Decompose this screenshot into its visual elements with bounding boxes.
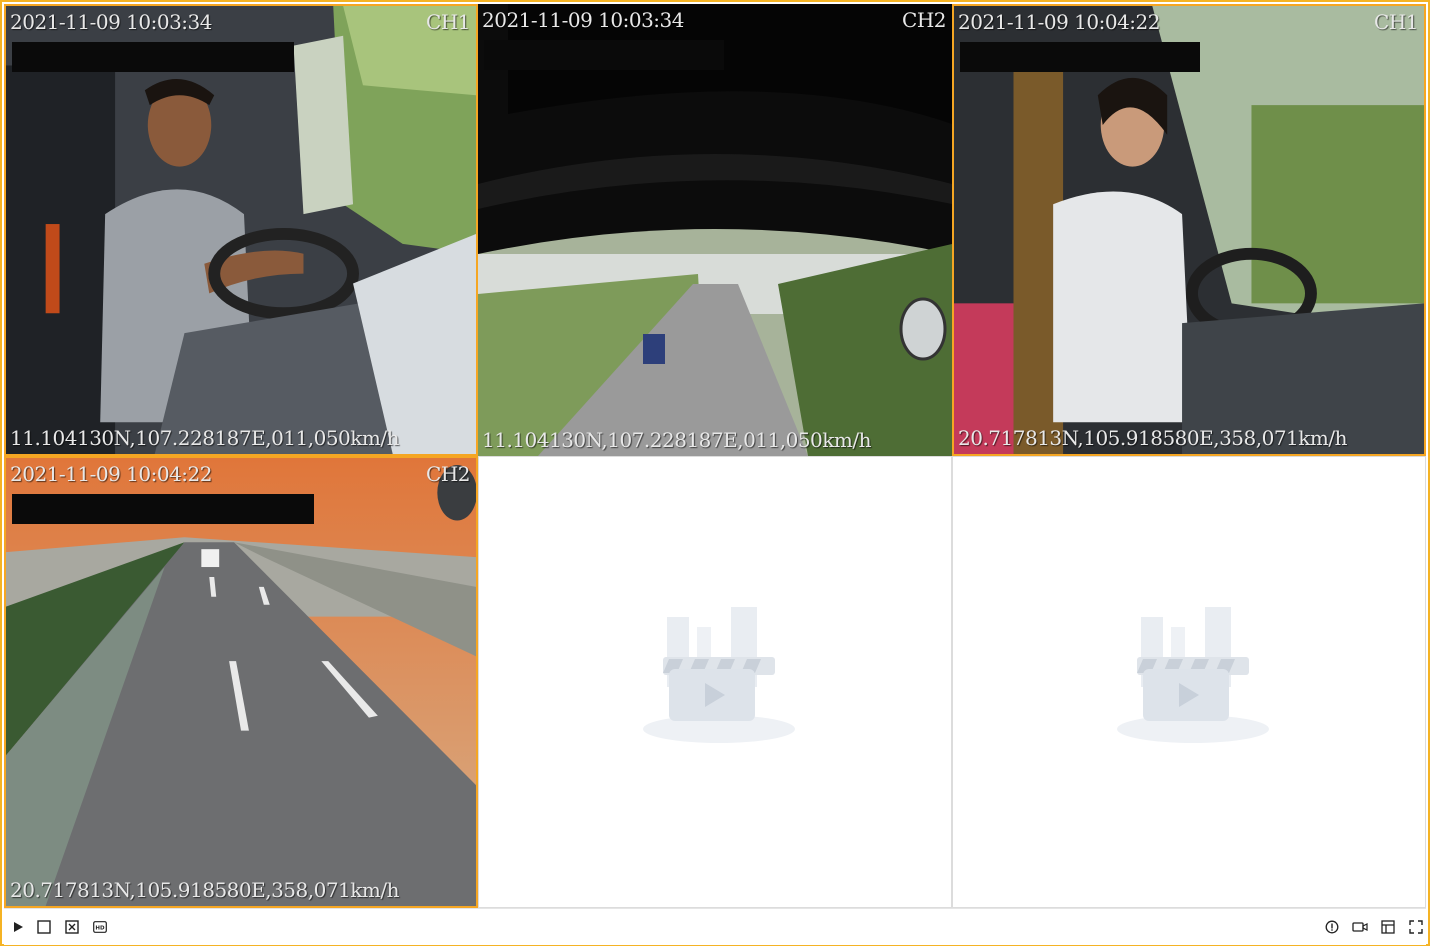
video-cell-1[interactable]: 2021-11-09 10:03:34 CH1 11.104130N,107.2… (4, 4, 478, 456)
front-road-video (478, 4, 952, 456)
timestamp-overlay: 2021-11-09 10:03:34 (482, 8, 685, 32)
channel-label: CH1 (1374, 10, 1418, 34)
gps-overlay: 11.104130N,107.228187E,011,050km/h (10, 426, 399, 450)
timestamp-overlay: 2021-11-09 10:03:34 (10, 10, 213, 34)
video-grid: 2021-11-09 10:03:34 CH1 11.104130N,107.2… (4, 4, 1426, 908)
gps-overlay: 20.717813N,105.918580E,358,071km/h (10, 878, 399, 902)
driver-cab-video (954, 6, 1424, 454)
gps-overlay: 11.104130N,107.228187E,011,050km/h (482, 428, 871, 452)
redacted-bar (484, 40, 724, 70)
redacted-bar (12, 42, 294, 72)
video-cell-3[interactable]: 2021-11-09 10:04:22 CH1 20.717813N,105.9… (952, 4, 1426, 456)
timestamp-overlay: 2021-11-09 10:04:22 (958, 10, 1161, 34)
channel-label: CH1 (426, 10, 470, 34)
timestamp-overlay: 2021-11-09 10:04:22 (10, 462, 213, 486)
layout-icon[interactable] (1378, 917, 1398, 937)
hd-label: HD (95, 926, 105, 932)
hd-icon[interactable]: HD (90, 917, 110, 937)
video-cell-6[interactable] (952, 456, 1426, 908)
play-icon[interactable] (8, 917, 28, 937)
video-placeholder-icon (1117, 607, 1269, 743)
info-icon[interactable] (1322, 917, 1342, 937)
video-cell-2[interactable]: 2021-11-09 10:03:34 CH2 11.104130N,107.2… (478, 4, 952, 456)
player-toolbar: HD (4, 908, 1426, 945)
close-all-icon[interactable] (62, 917, 82, 937)
record-icon[interactable] (1350, 917, 1370, 937)
driver-cab-video (6, 6, 476, 454)
channel-label: CH2 (426, 462, 470, 486)
highway-video (6, 458, 476, 906)
video-wall: 2021-11-09 10:03:34 CH1 11.104130N,107.2… (0, 0, 1430, 946)
stop-icon[interactable] (34, 917, 54, 937)
video-cell-5[interactable] (478, 456, 952, 908)
video-placeholder-icon (643, 607, 795, 743)
video-cell-4[interactable]: 2021-11-09 10:04:22 CH2 20.717813N,105.9… (4, 456, 478, 908)
fullscreen-icon[interactable] (1406, 917, 1426, 937)
redacted-bar (12, 494, 314, 524)
channel-label: CH2 (902, 8, 946, 32)
redacted-bar (960, 42, 1200, 72)
gps-overlay: 20.717813N,105.918580E,358,071km/h (958, 426, 1347, 450)
